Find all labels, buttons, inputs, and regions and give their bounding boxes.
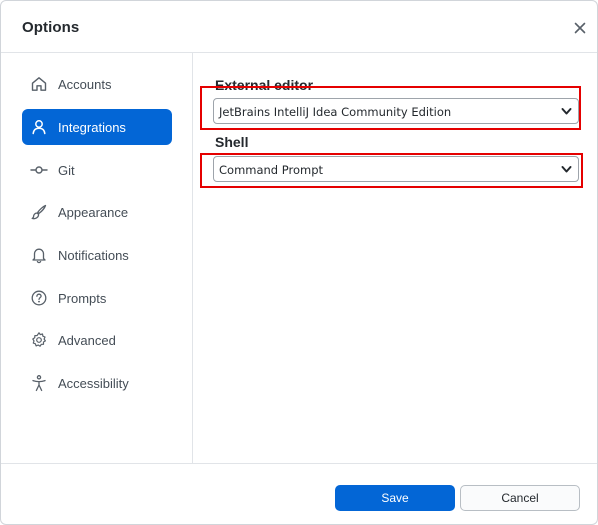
cancel-button[interactable]: Cancel (460, 485, 580, 511)
sidebar-item-label: Advanced (58, 333, 116, 348)
git-commit-icon (30, 166, 48, 174)
paintbrush-icon (31, 204, 47, 220)
person-icon (32, 120, 46, 135)
options-dialog: Options Accounts Integrations Git Appear… (0, 0, 598, 525)
sidebar-item-label: Git (58, 163, 75, 178)
gear-icon (32, 332, 46, 347)
chevron-down-icon (561, 108, 572, 115)
dialog-footer: Save Cancel (1, 463, 597, 524)
shell-select[interactable]: Command Prompt (213, 156, 579, 182)
bell-icon (32, 248, 46, 264)
sidebar-item-label: Accessibility (58, 376, 129, 391)
sidebar-item-notifications[interactable]: Notifications (22, 237, 172, 273)
sidebar-item-accessibility[interactable]: Accessibility (22, 365, 172, 401)
dialog-title: Options (22, 19, 80, 36)
sidebar-item-label: Integrations (58, 120, 126, 135)
chevron-down-icon (561, 166, 572, 173)
shell-value: Command Prompt (219, 163, 324, 177)
sidebar-item-prompts[interactable]: Prompts (22, 280, 172, 316)
question-icon (31, 290, 47, 306)
sidebar-item-label: Appearance (58, 205, 129, 220)
dialog-header: Options (1, 1, 597, 53)
external-editor-value: JetBrains IntelliJ Idea Community Editio… (219, 105, 452, 119)
home-icon (31, 77, 47, 91)
sidebar-item-integrations[interactable]: Integrations (22, 109, 172, 145)
shell-label: Shell (215, 134, 249, 150)
sidebar-item-advanced[interactable]: Advanced (22, 322, 172, 358)
sidebar-item-label: Prompts (58, 291, 107, 306)
accessibility-icon (32, 375, 46, 392)
external-editor-select[interactable]: JetBrains IntelliJ Idea Community Editio… (213, 98, 579, 124)
sidebar-item-accounts[interactable]: Accounts (22, 66, 172, 102)
options-sidebar: Accounts Integrations Git Appearance Not… (1, 53, 193, 463)
integrations-panel: External editor JetBrains IntelliJ Idea … (193, 53, 597, 463)
sidebar-item-appearance[interactable]: Appearance (22, 194, 172, 230)
sidebar-item-git[interactable]: Git (22, 152, 172, 188)
close-icon[interactable] (570, 18, 590, 38)
sidebar-item-label: Notifications (58, 248, 129, 263)
sidebar-item-label: Accounts (58, 77, 112, 92)
save-button[interactable]: Save (335, 485, 455, 511)
